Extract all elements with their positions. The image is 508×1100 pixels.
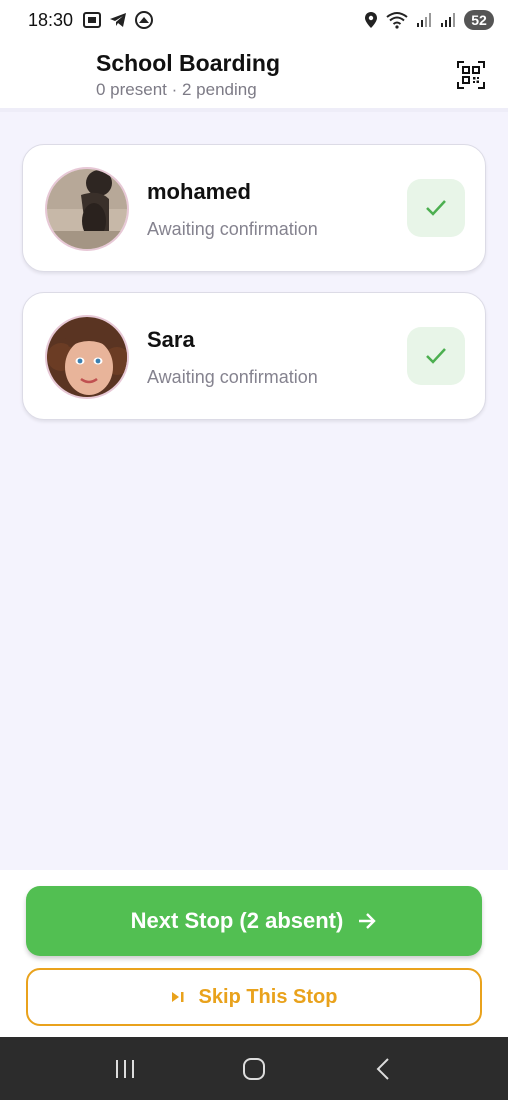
student-name: mohamed <box>147 179 251 204</box>
page-title: School Boarding <box>96 50 280 76</box>
student-list: mohamed Awaiting confirmation Sara Await… <box>22 144 486 440</box>
skip-next-icon <box>171 992 184 1002</box>
signal-icon <box>416 12 432 28</box>
student-card[interactable]: Sara Awaiting confirmation <box>22 292 486 420</box>
battery-indicator: 52 <box>464 10 494 30</box>
student-card[interactable]: mohamed Awaiting confirmation <box>22 144 486 272</box>
next-stop-button[interactable]: Next Stop (2 absent) <box>26 886 482 956</box>
student-status: Awaiting confirmation <box>147 219 318 239</box>
home-button[interactable] <box>224 1044 284 1094</box>
signal-icon-2 <box>440 12 456 28</box>
avatar <box>45 315 129 399</box>
telegram-icon <box>109 12 127 28</box>
skip-stop-button[interactable]: Skip This Stop <box>26 968 482 1026</box>
recent-apps-icon <box>115 1059 134 1078</box>
app-bar: School Boarding 0 present · 2 pending <box>0 40 508 112</box>
qr-scan-icon <box>457 61 485 89</box>
location-icon <box>364 11 378 29</box>
wifi-icon <box>386 11 408 29</box>
home-icon <box>242 1057 265 1080</box>
back-icon <box>376 1057 390 1080</box>
student-name: Sara <box>147 327 195 352</box>
status-bar: 18:30 52 <box>0 0 508 40</box>
check-icon <box>426 348 446 364</box>
next-stop-label: Next Stop (2 absent) <box>130 908 344 933</box>
app-icon <box>135 11 154 29</box>
status-time: 18:30 <box>28 9 74 30</box>
arrow-right-icon <box>359 913 377 929</box>
status-left-icons <box>83 11 154 29</box>
recent-apps-button[interactable] <box>95 1044 155 1094</box>
status-right-icons: 52 <box>364 10 494 30</box>
screenshot-icon <box>83 12 102 28</box>
confirm-button[interactable] <box>407 179 465 237</box>
confirm-button[interactable] <box>407 327 465 385</box>
check-icon <box>426 200 446 216</box>
student-status: Awaiting confirmation <box>147 367 318 387</box>
system-nav-bar <box>0 1037 508 1100</box>
bottom-action-panel: Next Stop (2 absent) Skip This Stop <box>0 870 508 1037</box>
avatar <box>45 167 129 251</box>
page-subtitle: 0 present · 2 pending <box>96 80 257 99</box>
skip-stop-label: Skip This Stop <box>198 985 338 1008</box>
back-button[interactable] <box>353 1044 413 1094</box>
qr-scan-button[interactable] <box>452 58 490 92</box>
